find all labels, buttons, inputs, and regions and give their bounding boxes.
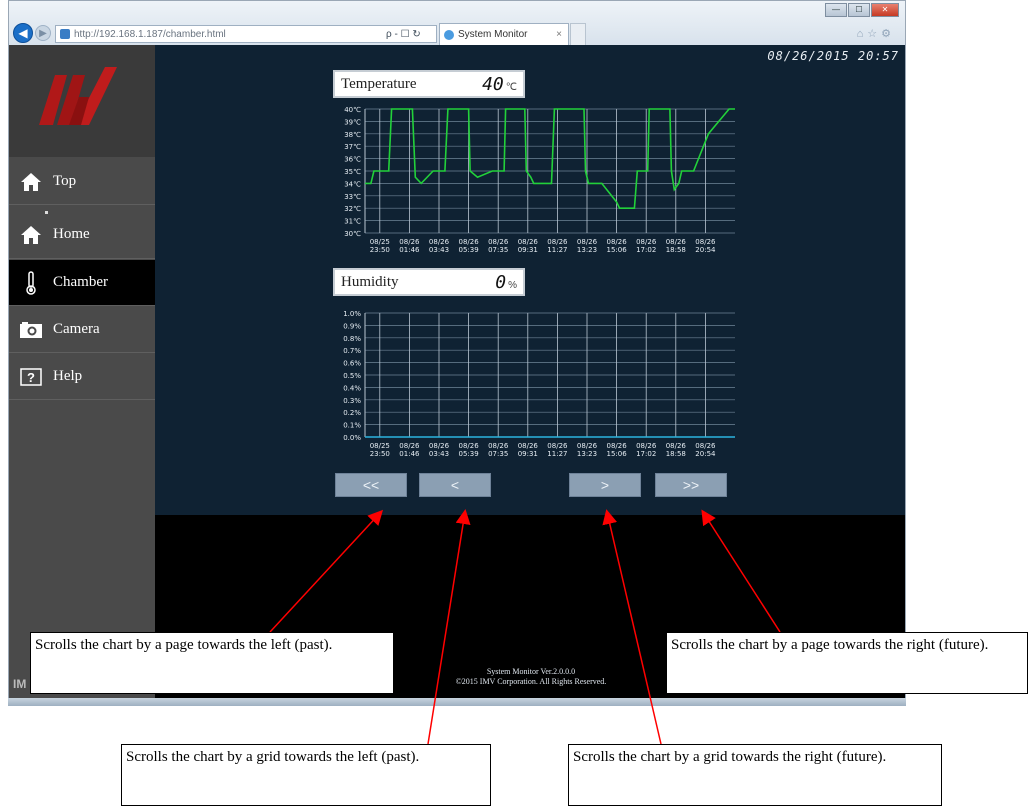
callout-page-left: Scrolls the chart by a page towards the … — [30, 632, 394, 694]
arrow-page-left — [269, 509, 384, 633]
arrow-page-right — [701, 509, 781, 633]
callout-grid-left: Scrolls the chart by a grid towards the … — [121, 744, 491, 806]
arrow-grid-left — [427, 509, 471, 745]
arrow-grid-right — [602, 509, 662, 745]
callout-grid-right: Scrolls the chart by a grid towards the … — [568, 744, 942, 806]
callout-page-right: Scrolls the chart by a page towards the … — [666, 632, 1028, 694]
